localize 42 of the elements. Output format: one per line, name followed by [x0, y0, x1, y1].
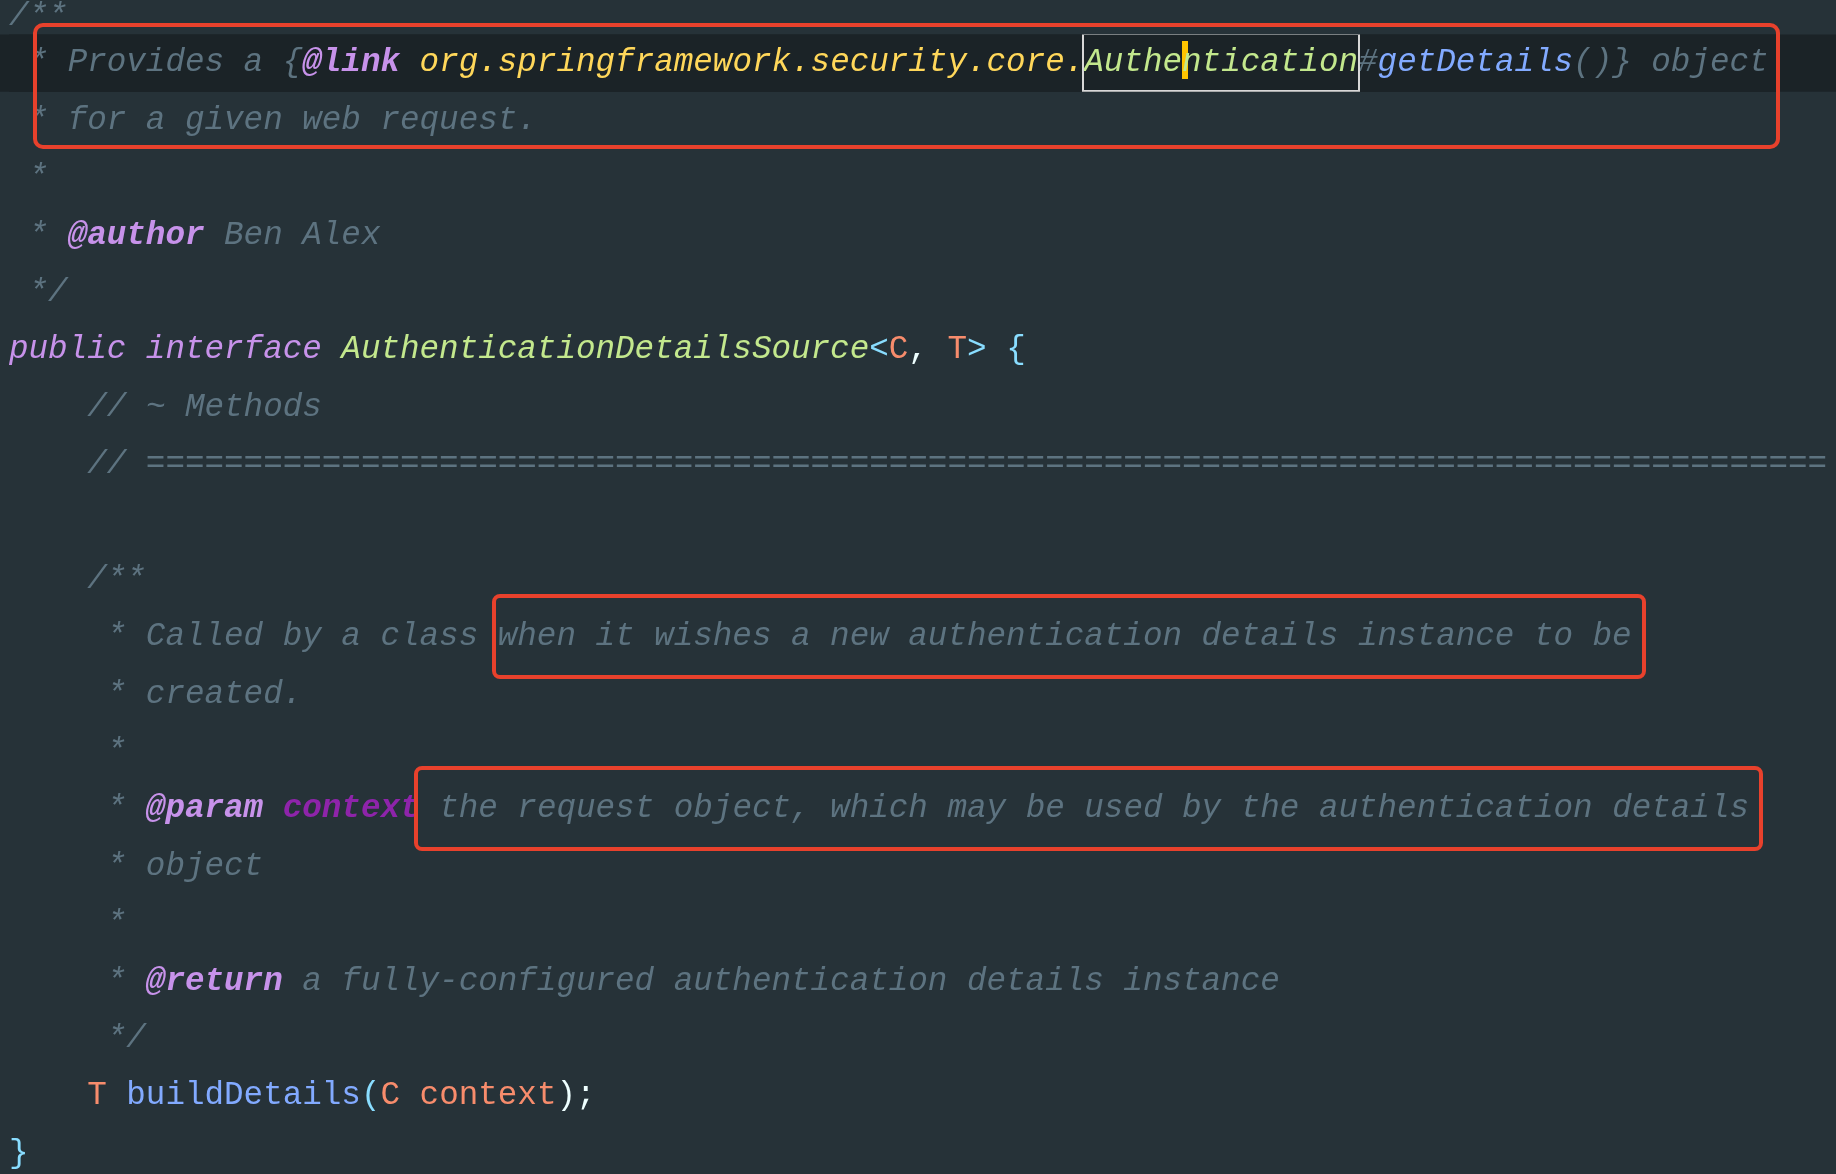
comment-text: /**: [86, 560, 146, 598]
doc-tag: @link: [302, 44, 401, 82]
method-reference: getDetails: [1377, 44, 1574, 82]
type-parameter: C: [888, 331, 909, 369]
comment-text: *: [105, 733, 127, 771]
comment-text: *: [105, 790, 128, 828]
annotated-comment-text: when it wishes a new authentication details instance to be: [491, 594, 1646, 680]
bracket: {: [1005, 331, 1026, 369]
punctuation: ,: [908, 331, 929, 369]
comment-text: *: [105, 905, 127, 943]
comment-text: * object: [105, 847, 264, 885]
comment-text: * created.: [105, 675, 303, 713]
comment-text: */: [27, 273, 68, 311]
comment-text: // ~ Methods: [86, 388, 322, 426]
comment-text: */: [105, 1020, 146, 1058]
method-name: buildDetails: [125, 1077, 361, 1115]
comment-text: *: [27, 216, 50, 254]
type-parameter: C: [380, 1077, 401, 1115]
bracket: >: [967, 331, 987, 369]
variable-name: context: [418, 1077, 557, 1115]
bracket: }: [9, 1134, 29, 1172]
keyword: public interface: [9, 331, 323, 369]
punctuation: );: [556, 1077, 596, 1115]
interface-name: AuthenticationDetailsSource: [341, 331, 870, 369]
comment-text: #: [1358, 44, 1378, 82]
comment-text: // ======================================================================================: [86, 446, 1828, 484]
comment-text: *: [105, 962, 128, 1000]
comment-text: a fully-configured authentication details instance: [301, 962, 1280, 1000]
type-parameter: T: [947, 331, 967, 369]
package-name: org.springframework.security.core.: [418, 44, 1085, 82]
comment-text: Ben Alex: [223, 216, 381, 254]
bracket: <: [869, 331, 889, 369]
bracket: (: [360, 1077, 381, 1115]
annotated-comment-text: the request object, which may be used by the authentication details: [413, 766, 1763, 852]
doc-tag: @param: [145, 790, 264, 828]
comment-text: /**: [9, 0, 68, 35]
comment-text: *: [27, 159, 49, 197]
comment-text: * Called by a class: [105, 618, 480, 656]
comment-text: ()} object: [1573, 44, 1769, 82]
doc-tag: @author: [67, 216, 205, 254]
doc-tag: @return: [145, 962, 283, 1000]
type-parameter: T: [86, 1077, 107, 1115]
